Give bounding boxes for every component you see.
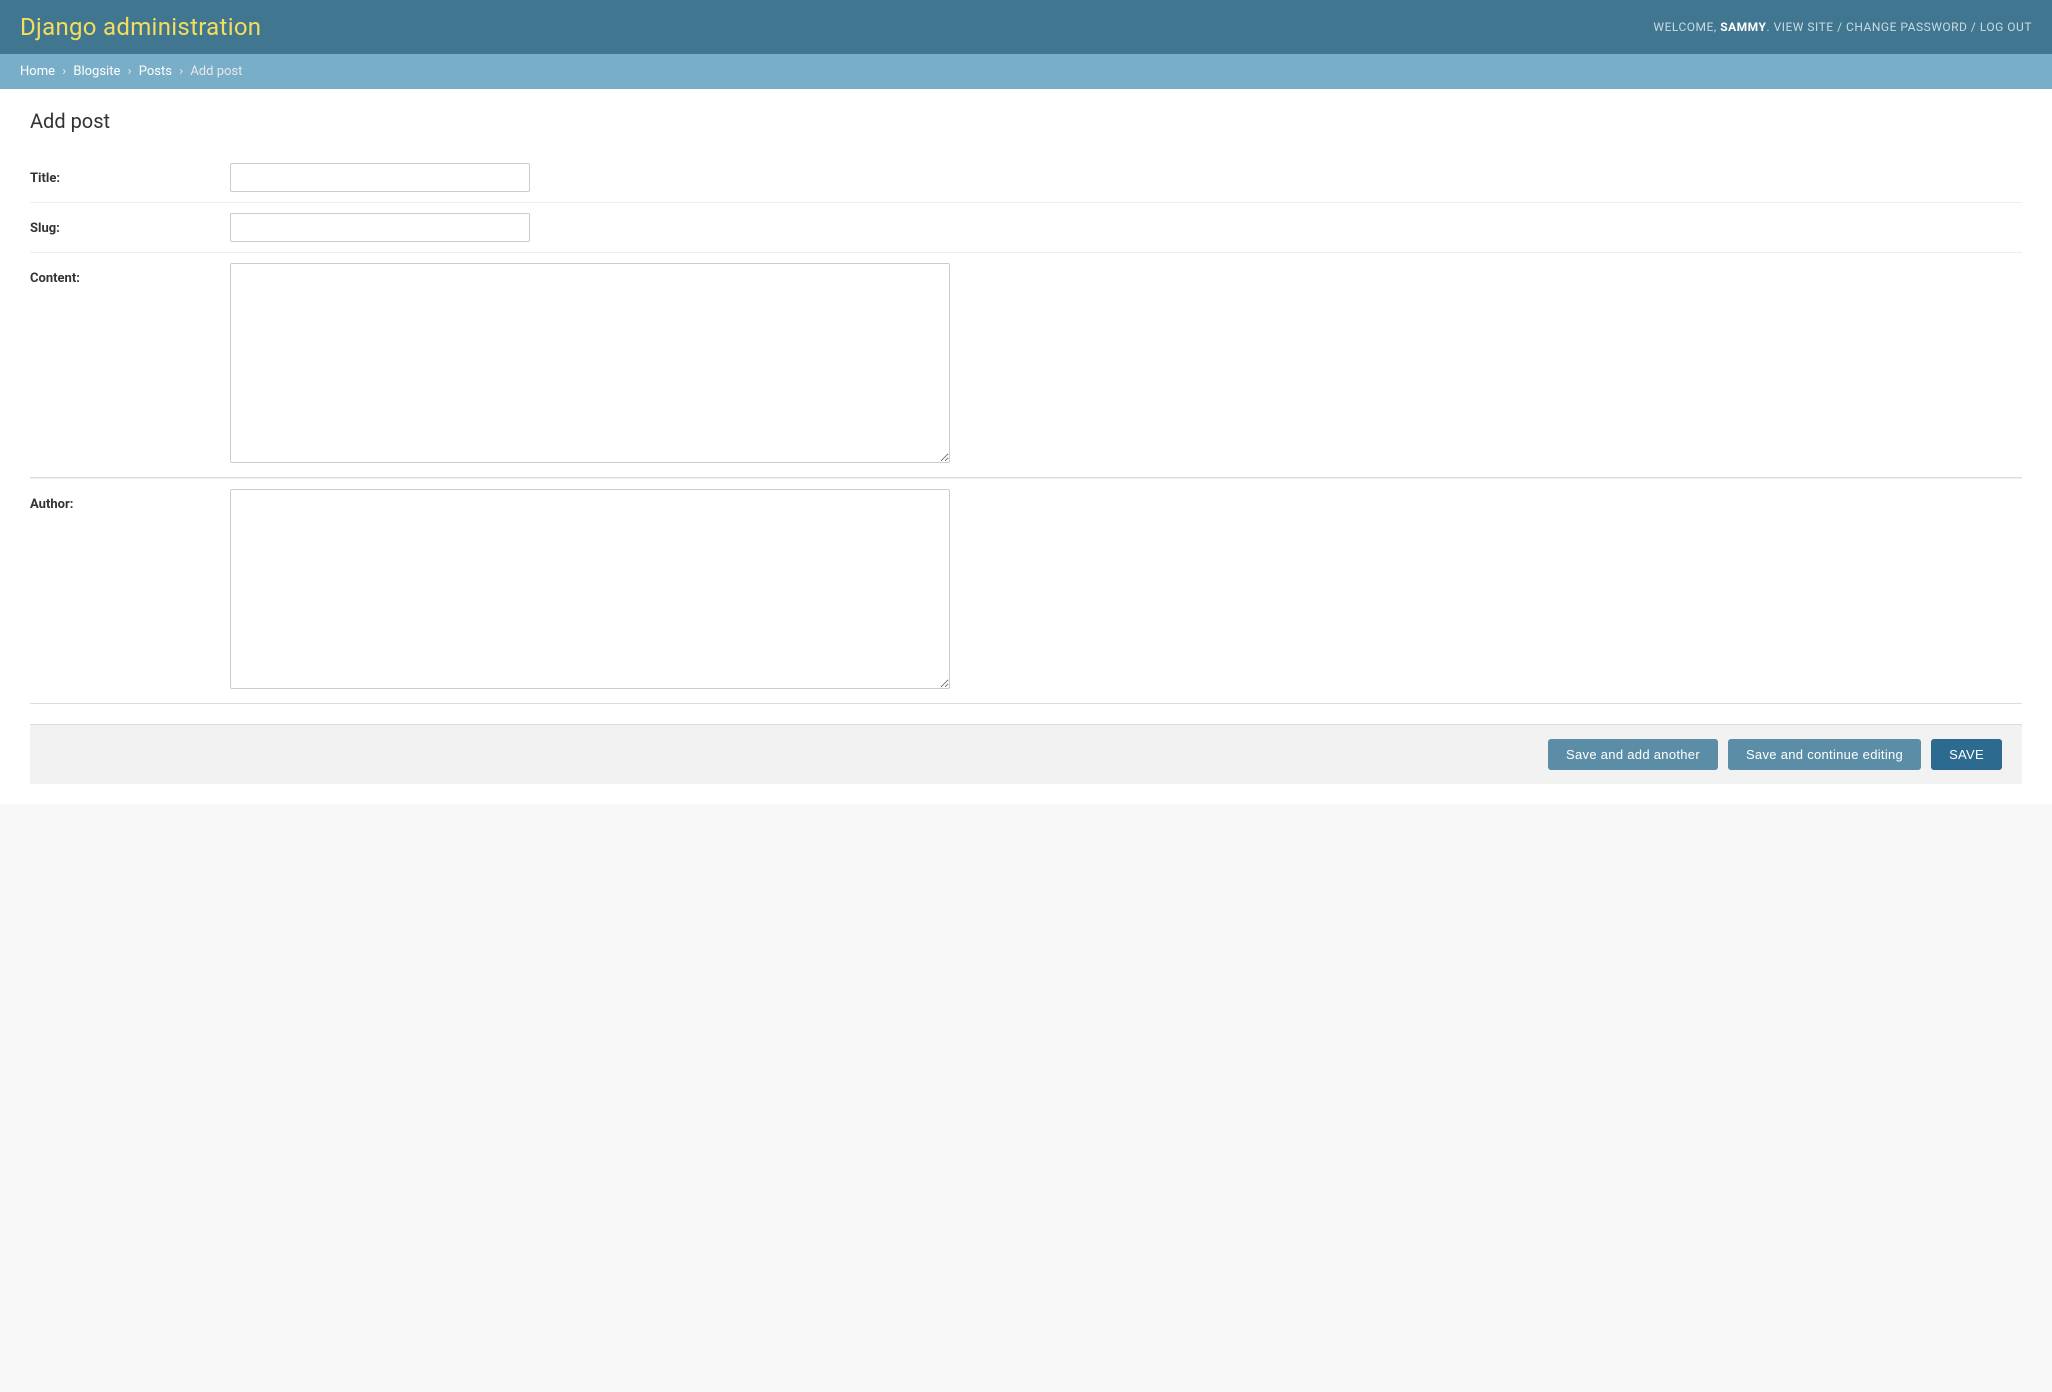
- separator-1: /: [1837, 20, 1842, 34]
- save-continue-editing-button[interactable]: Save and continue editing: [1728, 739, 1921, 770]
- breadcrumb-separator-3: ›: [179, 64, 183, 79]
- content-main: Add post Title: Slug: Content:: [0, 89, 2052, 804]
- title-input[interactable]: [230, 163, 530, 192]
- title-field-wrapper: [230, 163, 2022, 192]
- add-post-form: Title: Slug: Content:: [30, 153, 2022, 784]
- content-field-wrapper: [230, 263, 2022, 467]
- breadcrumb-model[interactable]: Posts: [139, 64, 172, 79]
- form-row-title: Title:: [30, 153, 2022, 202]
- separator-2: /: [1971, 20, 1976, 34]
- breadcrumb-current: Add post: [190, 64, 242, 79]
- page-title: Add post: [30, 109, 2022, 133]
- slug-input[interactable]: [230, 213, 530, 242]
- title-label: Title:: [30, 163, 230, 186]
- form-row-content: Content:: [30, 252, 2022, 477]
- save-button[interactable]: SAVE: [1931, 739, 2002, 770]
- save-add-another-button[interactable]: Save and add another: [1548, 739, 1718, 770]
- breadcrumb-separator-1: ›: [62, 64, 66, 79]
- slug-label: Slug:: [30, 213, 230, 236]
- form-row-author: Author:: [30, 478, 2022, 703]
- author-field-wrapper: [230, 489, 2022, 693]
- site-title: Django administration: [20, 13, 261, 41]
- submit-row: Save and add another Save and continue e…: [30, 724, 2022, 784]
- view-site-link[interactable]: VIEW SITE: [1774, 20, 1834, 34]
- content-textarea[interactable]: [230, 263, 950, 463]
- author-label: Author:: [30, 489, 230, 512]
- log-out-link[interactable]: LOG OUT: [1980, 20, 2032, 34]
- user-info: WELCOME, SAMMY. VIEW SITE / CHANGE PASSW…: [1653, 20, 2032, 34]
- username: SAMMY: [1720, 20, 1766, 34]
- content-label: Content:: [30, 263, 230, 286]
- slug-field-wrapper: [230, 213, 2022, 242]
- bottom-divider: [30, 703, 2022, 704]
- change-password-link[interactable]: CHANGE PASSWORD: [1846, 20, 1967, 34]
- author-textarea[interactable]: [230, 489, 950, 689]
- breadcrumb-app[interactable]: Blogsite: [73, 64, 120, 79]
- welcome-text: WELCOME,: [1653, 20, 1716, 34]
- form-row-slug: Slug:: [30, 202, 2022, 252]
- breadcrumb-separator-2: ›: [128, 64, 132, 79]
- breadcrumb-home[interactable]: Home: [20, 64, 55, 79]
- breadcrumb: Home › Blogsite › Posts › Add post: [0, 54, 2052, 89]
- header: Django administration WELCOME, SAMMY. VI…: [0, 0, 2052, 54]
